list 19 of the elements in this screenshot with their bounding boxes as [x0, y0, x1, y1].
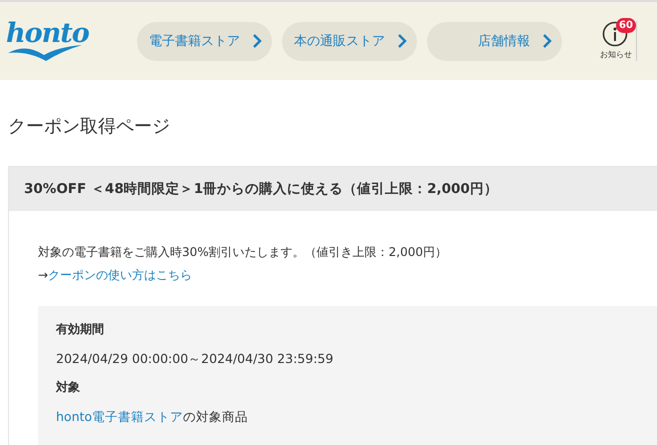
description: 対象の電子書籍をご購入時30%割引いたします。（値引き上限：2,000円） [38, 244, 448, 261]
coupon-title: 30%OFF ＜48時間限定＞1冊からの購入に使える（値引上限：2,000円） [9, 167, 657, 211]
swoosh-icon [6, 43, 84, 61]
chevron-icon [397, 34, 407, 48]
notice-button[interactable]: 60 お知らせ [600, 21, 637, 61]
page-title: クーポン取得ページ [8, 115, 171, 138]
detail-text: 2024/04/29 00:00:00～2024/04/30 23:59:59 [56, 351, 334, 366]
nav-button[interactable]: 電子書籍ストア [137, 22, 272, 60]
chevron-icon [252, 34, 262, 48]
nav-button[interactable]: 本の通販ストア [282, 22, 417, 60]
nav-button[interactable]: 店舗情報 [427, 22, 562, 60]
detail-heading: 有効期間 [56, 321, 105, 338]
arrow-text: → [38, 268, 48, 282]
chevron-icon [542, 34, 552, 48]
store-link[interactable]: honto電子書籍ストア [56, 409, 184, 424]
detail-heading: 対象 [56, 379, 81, 396]
detail-text: の対象商品 [183, 409, 248, 424]
count-badge: 60 [616, 18, 636, 33]
howto-link[interactable]: クーポンの使い方はこちら [48, 268, 192, 282]
